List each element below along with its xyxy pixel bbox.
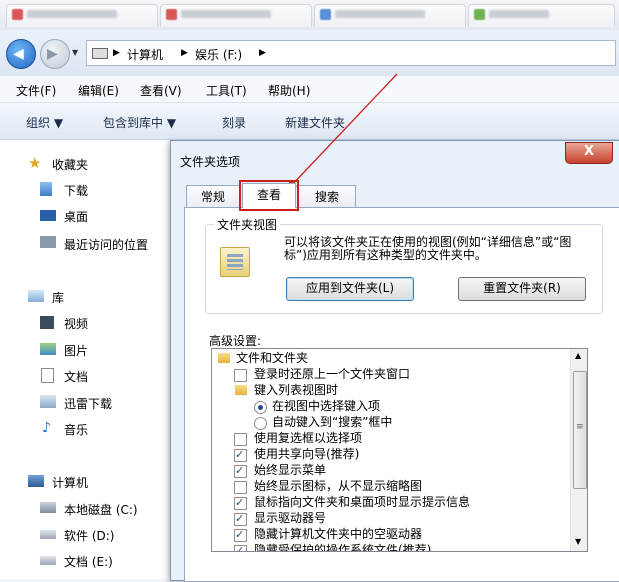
annotation-arrow: [285, 73, 398, 192]
annotation-arrow-line: [289, 73, 398, 188]
tab-view[interactable]: 查看: [239, 180, 299, 211]
tab-view-label: 查看: [256, 188, 281, 202]
